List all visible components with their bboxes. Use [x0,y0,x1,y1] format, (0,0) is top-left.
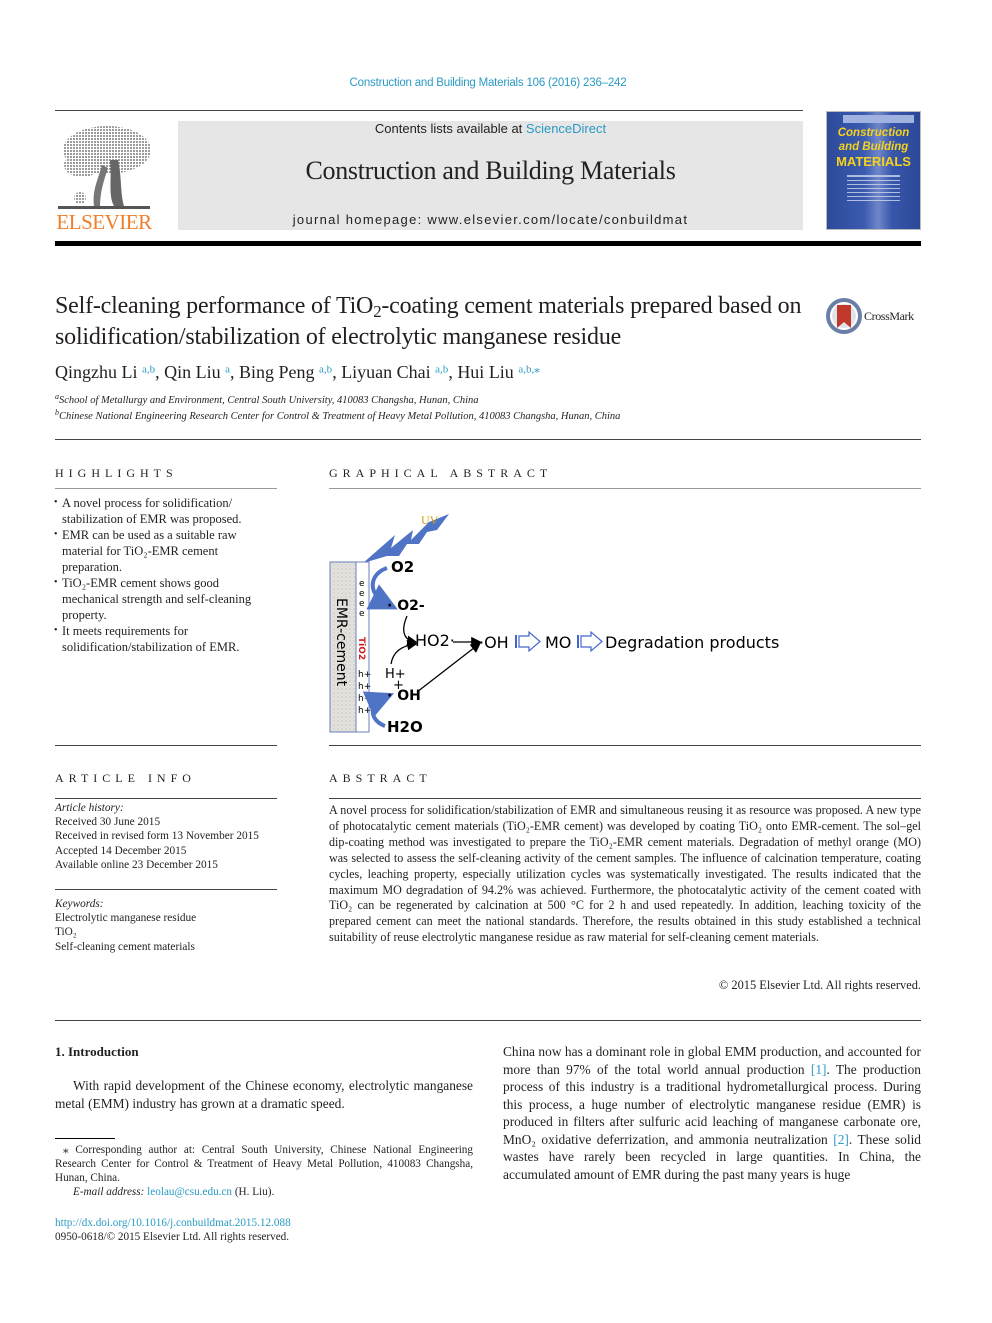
top-rule [55,110,803,111]
affiliation-a: aSchool of Metallurgy and Environment, C… [55,392,479,407]
footnote-rule [55,1138,115,1139]
corresponding-author-text: ⁎ Corresponding author at: Central South… [55,1144,473,1184]
keywords-label: Keywords: [55,898,104,910]
highlights-heading: HIGHLIGHTS [55,466,178,480]
elsevier-wordmark: ELSEVIER [56,210,152,234]
superoxide-label: · O2- [387,598,425,614]
abstract-rule [329,798,921,799]
degradation-products-label: Degradation products [605,633,779,652]
doi-link[interactable]: http://dx.doi.org/10.1016/j.conbuildmat.… [55,1216,291,1230]
article-title: Self-cleaning performance of TiO2-coatin… [55,291,815,353]
abstract-copyright: © 2015 Elsevier Ltd. All rights reserved… [718,978,921,992]
cover-top-band [843,115,914,123]
journal-cover-thumbnail[interactable]: Construction and Building MATERIALS [826,111,921,230]
tree-icon [58,126,151,209]
highlight-item: TiO₂-EMR cement shows good mechanical st… [54,575,277,623]
hplus-to-ho2-arrow [390,639,418,665]
article-info-heading: ARTICLE INFO [55,771,196,785]
crossmark-icon [826,298,862,334]
electron-label: e [359,609,365,619]
keywords-rule [55,889,277,890]
hole-transfer-arrow [362,691,395,728]
graphical-abstract-figure[interactable]: UV EMR-cement TiO2 e e e e h+ h+ h+ h+ O… [329,500,921,740]
journal-reference-link[interactable]: Construction and Building Materials 106 … [0,77,976,89]
history-online: Available online 23 December 2015 [55,858,218,871]
corresponding-author-footnote: ⁎ Corresponding author at: Central South… [55,1143,473,1199]
hole-label: h+ [358,706,371,716]
oh-bottom-label: · OH [387,688,421,704]
h2o-label: H2O [387,718,423,736]
author[interactable]: Liyuan Chai a,b [341,362,448,382]
header-thick-rule [55,241,921,246]
hole-label: h+ [358,694,371,704]
title-divider [55,439,921,440]
author[interactable]: Qin Liu a [164,362,230,382]
crossmark-label[interactable]: CrossMark [864,309,914,324]
oh-bottom-to-oh-arrow [416,642,482,693]
article-info-rule [55,798,277,799]
issn-line: 0950-0618/© 2015 Elsevier Ltd. All right… [55,1231,290,1243]
email-link[interactable]: leolau@csu.edu.cn [147,1186,232,1198]
electron-label: e [359,589,365,599]
highlights-rule [55,488,277,489]
graphical-abstract-bottom-rule [329,745,921,746]
reference-link-1[interactable]: [1] [811,1062,827,1077]
keyword: TiO₂ [55,926,77,939]
contents-prefix: Contents lists available at [374,121,526,136]
history-accepted: Accepted 14 December 2015 [55,844,187,857]
cover-title-line3: MATERIALS [836,154,911,169]
highlight-item: A novel process for solidification/ stab… [54,495,277,527]
electron-label: e [359,579,365,589]
sciencedirect-link[interactable]: ScienceDirect [526,121,606,136]
author[interactable]: Qingzhu Li a,b [55,362,155,382]
history-received: Received 30 June 2015 [55,816,161,829]
cover-title-line2: and Building [838,141,909,153]
journal-homepage[interactable]: journal homepage: www.elsevier.com/locat… [178,212,803,227]
coating-label: TiO2 [356,637,366,660]
history-revised: Received in revised form 13 November 201… [55,830,259,843]
introduction-paragraph-right: China now has a dominant role in global … [503,1044,921,1182]
superoxide-to-ho2-arrow [403,615,418,646]
ho2-label: HO2· [415,631,455,650]
history-label: Article history: [55,802,124,814]
uv-label: UV [421,513,439,527]
graphical-abstract-heading: GRAPHICAL ABSTRACT [329,466,553,480]
hole-label: h+ [358,670,371,680]
mo-label: MO [545,633,571,652]
cover-title-line1: Construction [837,127,910,139]
email-line: E-mail address: leolau@csu.edu.cn (H. Li… [73,1186,275,1198]
abstract-body: A novel process for solidification/stabi… [329,803,921,945]
highlights-bottom-rule [55,745,277,746]
introduction-heading: 1. Introduction [55,1044,139,1059]
keyword: Electrolytic manganese residue [55,912,197,925]
keywords-block: Keywords: Electrolytic manganese residue… [55,897,277,954]
highlight-item: It meets requirements for solidification… [54,623,277,655]
article-history: Article history: Received 30 June 2015 R… [55,801,277,872]
block-arrow-mo-to-products [577,630,603,653]
doi-block: http://dx.doi.org/10.1016/j.conbuildmat.… [55,1216,291,1244]
author[interactable]: Bing Peng a,b [239,362,332,382]
title-part1: Self-cleaning performance of TiO [55,293,374,319]
author[interactable]: Hui Liu a,b,⁎ [457,362,539,382]
substrate-label: EMR-cement [333,598,349,687]
abstract-bottom-rule [55,1020,921,1021]
author-list: Qingzhu Li a,b, Qin Liu a, Bing Peng a,b… [55,362,540,382]
electron-transfer-arrow [366,566,398,610]
oh-radical-label: ·OH [479,633,509,652]
block-arrow-oh-to-mo [515,630,541,653]
introduction-paragraph-left: With rapid development of the Chinese ec… [55,1078,473,1111]
contents-available-line: Contents lists available at ScienceDirec… [178,121,803,136]
reference-link-2[interactable]: [2] [833,1132,849,1147]
electron-label: e [359,599,365,609]
journal-title: Construction and Building Materials [305,156,676,185]
cover-subtitle-lines [847,175,900,202]
abstract-heading: ABSTRACT [329,771,432,785]
hole-label: h+ [358,682,371,692]
highlights-list: A novel process for solidification/ stab… [54,495,277,655]
affiliation-b: bChinese National Engineering Research C… [55,408,621,423]
o2-label: O2 [391,558,414,576]
graphical-abstract-rule [329,488,921,489]
highlight-item: EMR can be used as a suitable raw materi… [54,527,277,575]
keyword: Self-cleaning cement materials [55,940,195,953]
